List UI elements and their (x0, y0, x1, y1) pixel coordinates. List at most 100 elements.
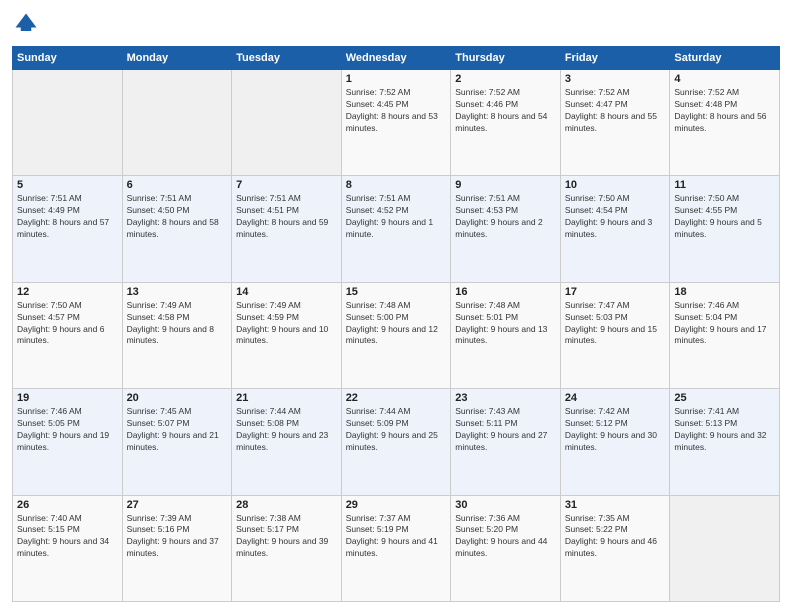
calendar-cell: 12 Sunrise: 7:50 AM Sunset: 4:57 PM Dayli… (13, 282, 123, 388)
calendar-week-3: 12 Sunrise: 7:50 AM Sunset: 4:57 PM Dayli… (13, 282, 780, 388)
day-number: 20 (127, 392, 228, 404)
calendar-week-1: 1 Sunrise: 7:52 AM Sunset: 4:45 PM Daylig… (13, 70, 780, 176)
calendar-cell: 17 Sunrise: 7:47 AM Sunset: 5:03 PM Dayli… (560, 282, 670, 388)
day-info: Sunrise: 7:43 AM Sunset: 5:11 PM Dayligh… (455, 406, 556, 454)
calendar-cell: 14Sunrise: 7:49 AM Sunset: 4:59 PM Dayli… (232, 282, 342, 388)
day-info: Sunrise: 7:50 AM Sunset: 4:54 PM Dayligh… (565, 193, 666, 241)
day-number: 2 (455, 73, 556, 85)
calendar-cell: 27 Sunrise: 7:39 AM Sunset: 5:16 PM Dayli… (122, 495, 232, 601)
calendar-cell (670, 495, 780, 601)
calendar-table: SundayMondayTuesdayWednesdayThursdayFrid… (12, 46, 780, 602)
day-info: Sunrise: 7:46 AM Sunset: 5:05 PM Dayligh… (17, 406, 118, 454)
calendar-cell: 11 Sunrise: 7:50 AM Sunset: 4:55 PM Dayli… (670, 176, 780, 282)
weekday-header-tuesday: Tuesday (232, 47, 342, 70)
day-number: 17 (565, 286, 666, 298)
calendar-cell: 25 Sunrise: 7:41 AM Sunset: 5:13 PM Dayli… (670, 389, 780, 495)
day-number: 27 (127, 499, 228, 511)
day-info: Sunrise: 7:50 AM Sunset: 4:55 PM Dayligh… (674, 193, 775, 241)
calendar-cell: 13 Sunrise: 7:49 AM Sunset: 4:58 PM Dayli… (122, 282, 232, 388)
day-number: 10 (565, 179, 666, 191)
weekday-header-saturday: Saturday (670, 47, 780, 70)
calendar-cell: 22Sunrise: 7:44 AM Sunset: 5:09 PM Dayli… (341, 389, 451, 495)
calendar-week-4: 19 Sunrise: 7:46 AM Sunset: 5:05 PM Dayli… (13, 389, 780, 495)
calendar-cell (13, 70, 123, 176)
calendar-cell: 10 Sunrise: 7:50 AM Sunset: 4:54 PM Dayli… (560, 176, 670, 282)
calendar-cell: 1 Sunrise: 7:52 AM Sunset: 4:45 PM Daylig… (341, 70, 451, 176)
calendar-cell: 9Sunrise: 7:51 AM Sunset: 4:53 PM Daylig… (451, 176, 561, 282)
calendar-cell: 8 Sunrise: 7:51 AM Sunset: 4:52 PM Daylig… (341, 176, 451, 282)
weekday-header-sunday: Sunday (13, 47, 123, 70)
calendar-cell: 5Sunrise: 7:51 AM Sunset: 4:49 PM Daylig… (13, 176, 123, 282)
day-number: 6 (127, 179, 228, 191)
day-info: Sunrise: 7:49 AM Sunset: 4:59 PM Dayligh… (236, 300, 337, 348)
day-info: Sunrise: 7:49 AM Sunset: 4:58 PM Dayligh… (127, 300, 228, 348)
calendar-cell: 7 Sunrise: 7:51 AM Sunset: 4:51 PM Daylig… (232, 176, 342, 282)
weekday-header-friday: Friday (560, 47, 670, 70)
calendar-cell: 6 Sunrise: 7:51 AM Sunset: 4:50 PM Daylig… (122, 176, 232, 282)
day-info: Sunrise: 7:52 AM Sunset: 4:46 PM Dayligh… (455, 87, 556, 135)
day-info: Sunrise: 7:42 AM Sunset: 5:12 PM Dayligh… (565, 406, 666, 454)
calendar-cell: 19 Sunrise: 7:46 AM Sunset: 5:05 PM Dayli… (13, 389, 123, 495)
day-info: Sunrise: 7:52 AM Sunset: 4:48 PM Dayligh… (674, 87, 775, 135)
day-info: Sunrise: 7:41 AM Sunset: 5:13 PM Dayligh… (674, 406, 775, 454)
weekday-header-monday: Monday (122, 47, 232, 70)
day-number: 9 (455, 179, 556, 191)
calendar-cell (122, 70, 232, 176)
calendar-cell: 18Sunrise: 7:46 AM Sunset: 5:04 PM Dayli… (670, 282, 780, 388)
calendar-cell: 28 Sunrise: 7:38 AM Sunset: 5:17 PM Dayli… (232, 495, 342, 601)
day-number: 1 (346, 73, 447, 85)
day-info: Sunrise: 7:36 AM Sunset: 5:20 PM Dayligh… (455, 513, 556, 561)
day-info: Sunrise: 7:44 AM Sunset: 5:08 PM Dayligh… (236, 406, 337, 454)
day-number: 5 (17, 179, 118, 191)
day-number: 3 (565, 73, 666, 85)
logo (12, 10, 44, 38)
day-info: Sunrise: 7:52 AM Sunset: 4:45 PM Dayligh… (346, 87, 447, 135)
calendar-cell: 16 Sunrise: 7:48 AM Sunset: 5:01 PM Dayli… (451, 282, 561, 388)
day-info: Sunrise: 7:44 AM Sunset: 5:09 PM Dayligh… (346, 406, 447, 454)
day-number: 16 (455, 286, 556, 298)
calendar-cell (232, 70, 342, 176)
calendar-cell: 21Sunrise: 7:44 AM Sunset: 5:08 PM Dayli… (232, 389, 342, 495)
calendar-cell: 20Sunrise: 7:45 AM Sunset: 5:07 PM Dayli… (122, 389, 232, 495)
day-info: Sunrise: 7:51 AM Sunset: 4:50 PM Dayligh… (127, 193, 228, 241)
day-info: Sunrise: 7:39 AM Sunset: 5:16 PM Dayligh… (127, 513, 228, 561)
calendar-cell: 30 Sunrise: 7:36 AM Sunset: 5:20 PM Dayli… (451, 495, 561, 601)
day-info: Sunrise: 7:46 AM Sunset: 5:04 PM Dayligh… (674, 300, 775, 348)
day-number: 26 (17, 499, 118, 511)
calendar-cell: 3 Sunrise: 7:52 AM Sunset: 4:47 PM Daylig… (560, 70, 670, 176)
day-number: 24 (565, 392, 666, 404)
calendar-cell: 2 Sunrise: 7:52 AM Sunset: 4:46 PM Daylig… (451, 70, 561, 176)
day-number: 31 (565, 499, 666, 511)
weekday-header-row: SundayMondayTuesdayWednesdayThursdayFrid… (13, 47, 780, 70)
weekday-header-wednesday: Wednesday (341, 47, 451, 70)
calendar-week-2: 5Sunrise: 7:51 AM Sunset: 4:49 PM Daylig… (13, 176, 780, 282)
day-number: 28 (236, 499, 337, 511)
calendar-cell: 23 Sunrise: 7:43 AM Sunset: 5:11 PM Dayli… (451, 389, 561, 495)
day-number: 13 (127, 286, 228, 298)
logo-icon (12, 10, 40, 38)
day-info: Sunrise: 7:51 AM Sunset: 4:51 PM Dayligh… (236, 193, 337, 241)
calendar-cell: 4Sunrise: 7:52 AM Sunset: 4:48 PM Daylig… (670, 70, 780, 176)
day-info: Sunrise: 7:47 AM Sunset: 5:03 PM Dayligh… (565, 300, 666, 348)
calendar-cell: 31Sunrise: 7:35 AM Sunset: 5:22 PM Dayli… (560, 495, 670, 601)
day-number: 19 (17, 392, 118, 404)
day-number: 30 (455, 499, 556, 511)
day-info: Sunrise: 7:51 AM Sunset: 4:52 PM Dayligh… (346, 193, 447, 241)
calendar-header (12, 10, 780, 38)
day-info: Sunrise: 7:50 AM Sunset: 4:57 PM Dayligh… (17, 300, 118, 348)
day-info: Sunrise: 7:38 AM Sunset: 5:17 PM Dayligh… (236, 513, 337, 561)
day-number: 12 (17, 286, 118, 298)
day-info: Sunrise: 7:48 AM Sunset: 5:01 PM Dayligh… (455, 300, 556, 348)
day-number: 11 (674, 179, 775, 191)
weekday-header-thursday: Thursday (451, 47, 561, 70)
day-number: 8 (346, 179, 447, 191)
day-info: Sunrise: 7:52 AM Sunset: 4:47 PM Dayligh… (565, 87, 666, 135)
day-number: 29 (346, 499, 447, 511)
day-number: 7 (236, 179, 337, 191)
day-number: 25 (674, 392, 775, 404)
calendar-cell: 26Sunrise: 7:40 AM Sunset: 5:15 PM Dayli… (13, 495, 123, 601)
day-number: 23 (455, 392, 556, 404)
calendar-week-5: 26Sunrise: 7:40 AM Sunset: 5:15 PM Dayli… (13, 495, 780, 601)
calendar-cell: 29Sunrise: 7:37 AM Sunset: 5:19 PM Dayli… (341, 495, 451, 601)
calendar-cell: 15Sunrise: 7:48 AM Sunset: 5:00 PM Dayli… (341, 282, 451, 388)
